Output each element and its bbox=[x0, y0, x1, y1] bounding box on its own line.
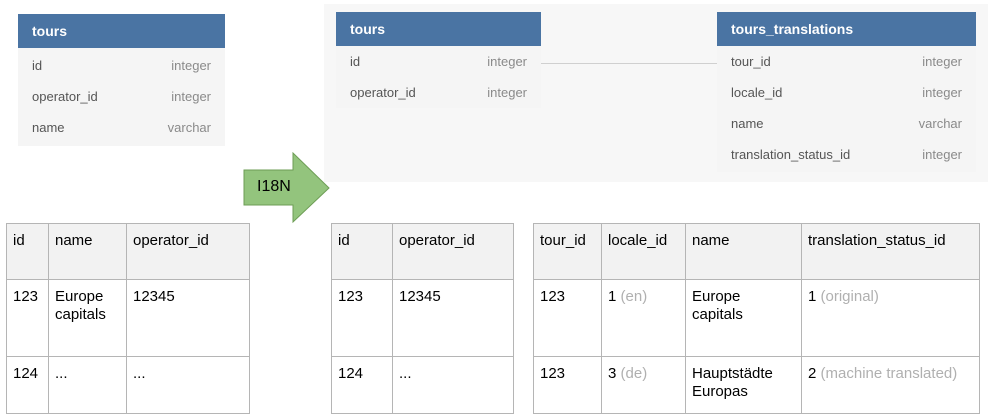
table-cell: 1 (en) bbox=[601, 279, 686, 357]
table-cell: 12345 bbox=[392, 279, 514, 357]
column-header: locale_id bbox=[601, 223, 686, 280]
table-cell: 3 (de) bbox=[601, 356, 686, 414]
field-type: integer bbox=[171, 58, 211, 73]
cell-note: (machine translated) bbox=[820, 365, 958, 382]
entity-field: operator_id integer bbox=[18, 81, 225, 112]
table-cell: 123 bbox=[331, 279, 393, 357]
cell-value: 1 bbox=[608, 288, 617, 305]
table-header-row: id operator_id bbox=[331, 223, 514, 280]
cell-value: 3 bbox=[608, 365, 617, 382]
entity-field: name varchar bbox=[717, 108, 976, 139]
field-name: operator_id bbox=[32, 89, 98, 104]
i18n-label: I18N bbox=[257, 178, 291, 195]
column-header: operator_id bbox=[392, 223, 514, 280]
table-row: 123 1 (en) Europe capitals 1 (original) bbox=[533, 279, 980, 357]
column-header: translation_status_id bbox=[801, 223, 980, 280]
table-cell: 124 bbox=[6, 356, 49, 414]
column-header: id bbox=[331, 223, 393, 280]
field-name: id bbox=[32, 58, 43, 73]
table-row: 123 Europe capitals 12345 bbox=[6, 279, 250, 357]
table-header-row: id name operator_id bbox=[6, 223, 250, 280]
field-name: name bbox=[32, 120, 65, 135]
table-row: 124 ... bbox=[331, 356, 514, 414]
column-header: tour_id bbox=[533, 223, 602, 280]
cell-value: Europe capitals bbox=[692, 288, 743, 323]
field-name: operator_id bbox=[350, 85, 416, 100]
cell-value: 2 bbox=[808, 365, 817, 382]
cell-value: 123 bbox=[540, 288, 566, 305]
field-name: locale_id bbox=[731, 85, 783, 100]
table-header-row: tour_id locale_id name translation_statu… bbox=[533, 223, 980, 280]
table-cell: ... bbox=[48, 356, 127, 414]
table-cell: 123 bbox=[533, 356, 602, 414]
field-type: integer bbox=[922, 54, 962, 69]
cell-value: 123 bbox=[540, 365, 566, 382]
field-type: integer bbox=[487, 54, 527, 69]
entity-title: tours bbox=[18, 14, 225, 48]
entity-tours-translations: tours_translations tour_id integer local… bbox=[717, 12, 976, 172]
entity-field: id integer bbox=[18, 50, 225, 81]
field-type: integer bbox=[922, 147, 962, 162]
cell-note: (de) bbox=[620, 365, 648, 382]
table-tours: id operator_id 123 12345 124 ... bbox=[331, 223, 514, 414]
field-type: varchar bbox=[918, 116, 962, 131]
entity-tours-original: tours id integer operator_id integer nam… bbox=[18, 14, 225, 146]
entity-field: locale_id integer bbox=[717, 77, 976, 108]
field-type: integer bbox=[487, 85, 527, 100]
cell-note: (en) bbox=[620, 288, 648, 305]
entity-field: translation_status_id integer bbox=[717, 139, 976, 170]
cell-value: Hauptstädte Europas bbox=[692, 365, 773, 400]
table-cell: 2 (machine translated) bbox=[801, 356, 980, 414]
table-cell: ... bbox=[392, 356, 514, 414]
column-header: name bbox=[685, 223, 802, 280]
table-cell: 123 bbox=[533, 279, 602, 357]
entity-field: operator_id integer bbox=[336, 77, 541, 108]
field-name: id bbox=[350, 54, 361, 69]
table-cell: ... bbox=[126, 356, 250, 414]
field-name: tour_id bbox=[731, 54, 771, 69]
field-type: integer bbox=[922, 85, 962, 100]
entity-field: name varchar bbox=[18, 112, 225, 143]
table-cell: Europe capitals bbox=[48, 279, 127, 357]
entity-field: tour_id integer bbox=[717, 46, 976, 77]
table-cell: 124 bbox=[331, 356, 393, 414]
entity-title: tours_translations bbox=[717, 12, 976, 46]
field-name: name bbox=[731, 116, 764, 131]
table-cell: Europe capitals bbox=[685, 279, 802, 357]
field-type: varchar bbox=[167, 120, 211, 135]
entity-title: tours bbox=[336, 12, 541, 46]
entity-tours-i18n: tours id integer operator_id integer bbox=[336, 12, 541, 108]
table-translations: tour_id locale_id name translation_statu… bbox=[533, 223, 980, 414]
table-cell: 1 (original) bbox=[801, 279, 980, 357]
column-header: name bbox=[48, 223, 127, 280]
field-name: translation_status_id bbox=[731, 147, 851, 162]
cell-value: 1 bbox=[808, 288, 817, 305]
cell-note: (original) bbox=[820, 288, 879, 305]
column-header: id bbox=[6, 223, 49, 280]
field-type: integer bbox=[171, 89, 211, 104]
column-header: operator_id bbox=[126, 223, 250, 280]
table-cell: 123 bbox=[6, 279, 49, 357]
entity-field: id integer bbox=[336, 46, 541, 77]
table-cell: Hauptstädte Europas bbox=[685, 356, 802, 414]
relation-line bbox=[541, 63, 717, 64]
table-original: id name operator_id 123 Europe capitals … bbox=[6, 223, 250, 414]
table-row: 124 ... ... bbox=[6, 356, 250, 414]
table-row: 123 12345 bbox=[331, 279, 514, 357]
table-row: 123 3 (de) Hauptstädte Europas 2 (machin… bbox=[533, 356, 980, 414]
table-cell: 12345 bbox=[126, 279, 250, 357]
